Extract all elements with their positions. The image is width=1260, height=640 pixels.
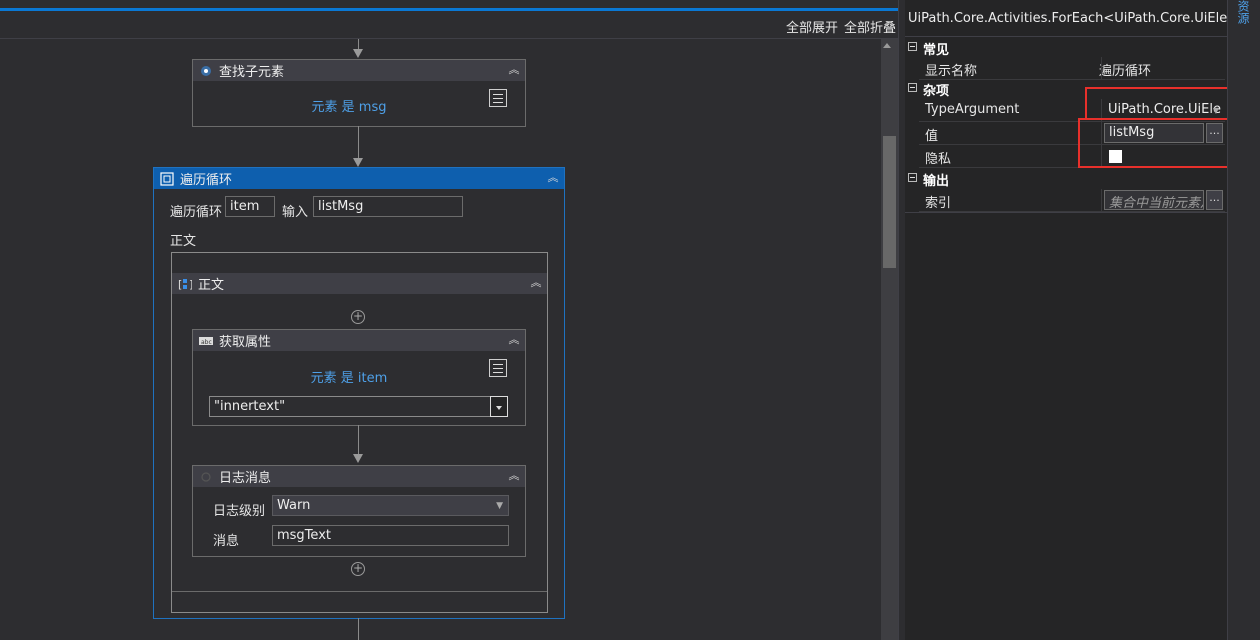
add-activity-icon[interactable]: + <box>351 310 365 324</box>
collapse-box-icon[interactable] <box>908 173 917 182</box>
index-field[interactable]: 集合中当前元素从 <box>1104 190 1204 210</box>
activity-title: 查找子元素 <box>219 65 285 80</box>
connector <box>358 618 359 640</box>
connector <box>358 425 359 457</box>
property-name: 隐私 <box>925 152 952 167</box>
foreach-activity[interactable]: 遍历循环 ︽ 遍历循环 item 输入 listMsg 正文 [] 正文 ︽ + <box>153 167 565 619</box>
activity-header[interactable]: [] 正文 ︽ <box>172 273 547 294</box>
activity-header[interactable]: 日志消息 ︽ <box>193 466 525 487</box>
attribute-icon: abc <box>199 335 213 347</box>
collapse-box-icon[interactable] <box>908 83 917 92</box>
log-level-label: 日志级别 <box>213 504 266 519</box>
message-field[interactable]: msgText <box>272 525 509 546</box>
property-name: 索引 <box>925 196 952 211</box>
resources-tab[interactable]: 资源 <box>1236 0 1252 24</box>
property-row-display-name[interactable]: 显示名称 遍历循环 <box>919 57 1225 80</box>
svg-text:[: [ <box>178 278 182 291</box>
add-activity-icon[interactable]: + <box>351 562 365 576</box>
loop-icon <box>160 171 174 186</box>
type-argument-value: UiPath.Core.UiEle <box>1108 102 1221 117</box>
designer-canvas: 查找子元素 ︽ 元素 是 msg 遍历循环 ︽ 遍历循环 item 输入 lis… <box>0 39 881 640</box>
property-name: 显示名称 <box>925 64 978 79</box>
activity-title: 获取属性 <box>219 335 272 350</box>
element-hint[interactable]: 元素 是 item <box>193 367 505 386</box>
log-level-value: Warn <box>277 498 311 513</box>
activity-title: 日志消息 <box>219 471 272 486</box>
collapse-icon[interactable]: ︽ <box>507 332 521 348</box>
item-field[interactable]: item <box>225 196 275 217</box>
private-checkbox[interactable] <box>1109 150 1122 163</box>
input-field[interactable]: listMsg <box>313 196 463 217</box>
log-level-select[interactable]: Warn ▼ <box>272 495 509 516</box>
element-hint[interactable]: 元素 是 msg <box>193 96 505 115</box>
value-field[interactable]: listMsg <box>1104 123 1204 143</box>
property-name: 值 <box>925 129 939 144</box>
property-row-private[interactable]: 隐私 <box>919 145 1225 168</box>
expand-all-link[interactable]: 全部展开 <box>786 17 838 36</box>
properties-type-name: UiPath.Core.Activities.ForEach<UiPath.Co… <box>908 11 1227 26</box>
category-label: 杂项 <box>923 84 950 99</box>
vertical-scrollbar[interactable] <box>881 39 898 640</box>
activity-header[interactable]: 遍历循环 ︽ <box>154 168 564 189</box>
find-element-icon <box>199 65 213 77</box>
collapse-box-icon[interactable] <box>908 42 917 51</box>
type-argument-select[interactable]: UiPath.Core.UiEle ▼ <box>1103 100 1224 120</box>
category-label: 输出 <box>923 174 950 189</box>
find-children-activity[interactable]: 查找子元素 ︽ 元素 是 msg <box>192 59 526 127</box>
svg-text:abc: abc <box>201 339 212 346</box>
category-common[interactable]: 常见 <box>905 38 1225 58</box>
activity-title: 遍历循环 <box>180 173 233 188</box>
index-ellipsis-button[interactable]: ... <box>1206 190 1223 210</box>
body-label: 正文 <box>170 234 197 249</box>
menu-icon[interactable] <box>489 359 507 377</box>
activity-header[interactable]: abc 获取属性 ︽ <box>193 330 525 351</box>
log-icon <box>199 471 213 483</box>
divider <box>905 36 1227 37</box>
designer-toolbar: 全部展开 全部折叠 <box>0 11 898 39</box>
connector-arrow <box>353 454 363 463</box>
value-ellipsis-button[interactable]: ... <box>1206 123 1223 143</box>
property-name: TypeArgument <box>925 102 1020 117</box>
connector <box>358 126 359 161</box>
connector-arrow <box>353 49 363 58</box>
log-message-activity[interactable]: 日志消息 ︽ 日志级别 Warn ▼ 消息 msgText <box>192 465 526 557</box>
svg-text:]: ] <box>189 278 192 291</box>
side-dock <box>1228 0 1260 640</box>
get-attribute-activity[interactable]: abc 获取属性 ︽ 元素 是 item "innertext" <box>192 329 526 426</box>
message-label: 消息 <box>213 534 240 549</box>
column-divider <box>1101 189 1102 212</box>
connector-arrow <box>353 158 363 167</box>
attribute-select[interactable]: "innertext" <box>209 396 491 417</box>
property-value[interactable]: 遍历循环 <box>1099 60 1151 79</box>
collapse-icon[interactable]: ︽ <box>546 170 560 186</box>
body-container: [] 正文 ︽ + abc 获取属性 ︽ 元素 是 item <box>171 252 548 613</box>
chevron-down-icon: ▼ <box>496 501 503 511</box>
collapse-all-link[interactable]: 全部折叠 <box>844 17 896 36</box>
collapse-icon[interactable]: ︽ <box>529 275 543 291</box>
activity-header[interactable]: 查找子元素 ︽ <box>193 60 525 81</box>
category-misc[interactable]: 杂项 <box>905 79 1225 99</box>
chevron-down-icon[interactable] <box>490 396 508 417</box>
collapse-icon[interactable]: ︽ <box>507 468 521 484</box>
input-label: 输入 <box>282 205 309 220</box>
category-output[interactable]: 输出 <box>905 169 1225 189</box>
scroll-up-icon[interactable] <box>883 43 891 48</box>
category-label: 常见 <box>923 43 950 58</box>
foreach-label: 遍历循环 <box>170 205 223 220</box>
menu-icon[interactable] <box>489 89 507 107</box>
divider <box>905 212 1227 213</box>
chevron-down-icon: ▼ <box>1212 106 1219 115</box>
sequence-activity[interactable]: [] 正文 ︽ + abc 获取属性 ︽ 元素 是 item <box>172 273 547 592</box>
column-divider <box>1101 99 1102 167</box>
scrollbar-thumb[interactable] <box>883 136 896 268</box>
sequence-icon: [] <box>178 278 192 291</box>
collapse-icon[interactable]: ︽ <box>507 62 521 78</box>
column-divider <box>1101 57 1102 79</box>
activity-title: 正文 <box>198 278 225 293</box>
